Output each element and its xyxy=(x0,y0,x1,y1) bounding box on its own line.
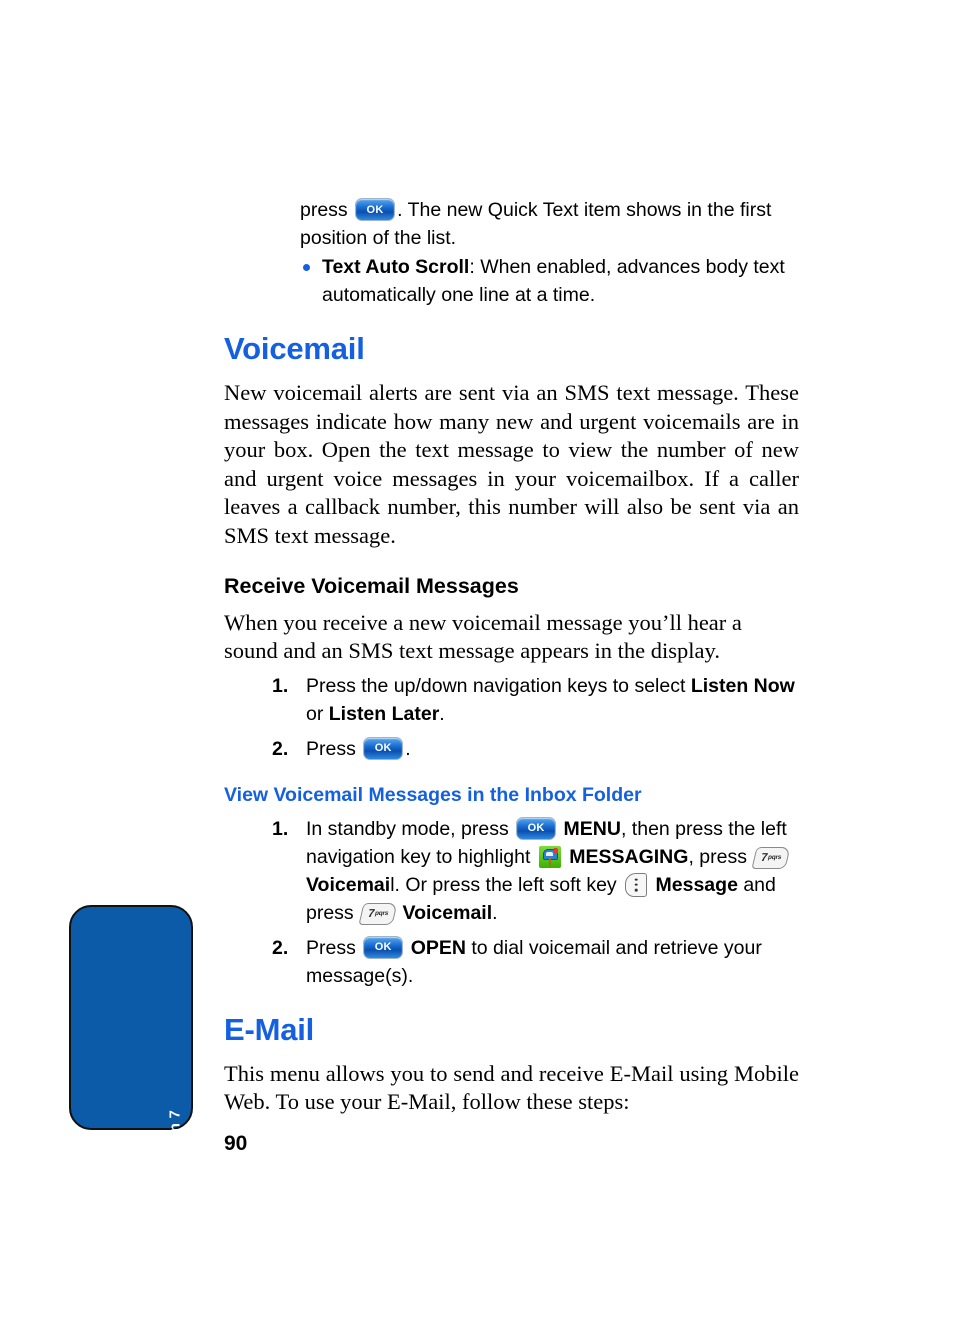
manual-page: Section 7 press OK. The new Quick Text i… xyxy=(0,0,954,1319)
continued-list-block: press OK. The new Quick Text item shows … xyxy=(300,196,800,309)
ok-key-label: OK xyxy=(374,742,392,755)
step-text-6: . xyxy=(492,901,498,924)
step-number: 2. xyxy=(272,737,289,760)
step-text-2: . xyxy=(405,737,411,760)
key-7-label-group: 7 pqrs xyxy=(752,847,791,869)
list-item: 2. Press OK. xyxy=(224,735,799,763)
step-text-3: . xyxy=(439,702,445,725)
step-text-2: or xyxy=(306,702,329,725)
step-bold-message: Message xyxy=(655,873,738,896)
step-text-3: , press xyxy=(688,845,753,868)
step-text-1: In standby mode, press xyxy=(306,817,515,840)
receive-intro-paragraph: When you receive a new voicemail message… xyxy=(224,609,742,664)
soft-key-dot xyxy=(634,878,638,881)
page-content: press OK. The new Quick Text item shows … xyxy=(224,196,799,1117)
mailbox-flag-shape xyxy=(553,847,558,853)
voicemail-intro-paragraph: New voicemail alerts are sent via an SMS… xyxy=(224,380,799,548)
soft-key-dot xyxy=(634,888,638,892)
heading-email: E-Mail xyxy=(224,1011,315,1047)
step-number: 1. xyxy=(272,817,289,840)
ok-key-label: OK xyxy=(374,941,392,954)
ok-key-icon: OK xyxy=(355,198,396,221)
step-number: 2. xyxy=(272,936,289,959)
list-item: 1. In standby mode, press OK MENU, then … xyxy=(224,815,799,927)
press-prefix-text: press xyxy=(300,199,348,221)
mailbox-post-shape xyxy=(548,856,552,866)
email-intro-paragraph: This menu allows you to send and receive… xyxy=(224,1060,799,1115)
ok-key-label: OK xyxy=(366,203,384,216)
key-7-label-group: 7 pqrs xyxy=(359,903,398,925)
ok-key-label: OK xyxy=(527,822,545,835)
step-text-1: Press xyxy=(306,936,362,959)
ok-key-icon: OK xyxy=(363,736,404,760)
step-bold-menu: MENU xyxy=(563,817,621,840)
list-item: 1. Press the up/down navigation keys to … xyxy=(224,672,799,728)
step-bold-voicemail: Voicemail xyxy=(402,901,493,924)
bullet-dot-icon xyxy=(303,264,310,271)
heading-voicemail: Voicemail xyxy=(224,331,365,366)
step-bold-1: Listen Now xyxy=(690,674,795,697)
step-text-1: Press xyxy=(306,737,362,760)
section-tab: Section 7 xyxy=(69,905,193,1179)
ok-key-icon: OK xyxy=(516,816,557,840)
step-bold-open: OPEN xyxy=(410,936,466,959)
list-item: Text Auto Scroll: When enabled, advances… xyxy=(300,253,800,309)
step-bold-messaging: MESSAGING xyxy=(569,845,689,868)
key-7-pqrs-icon: 7 pqrs xyxy=(358,902,398,925)
page-number: 90 xyxy=(224,1132,248,1155)
heading-receive-voicemail-messages: Receive Voicemail Messages xyxy=(224,573,519,598)
inbox-steps-list: 1. In standby mode, press OK MENU, then … xyxy=(224,815,799,990)
soft-key-dots xyxy=(634,878,638,892)
key-7-pqrs-icon: 7 pqrs xyxy=(751,846,791,869)
list-item: 2. Press OK OPEN to dial voicemail and r… xyxy=(224,934,799,990)
step-bold-2: Listen Later xyxy=(328,702,440,725)
soft-key-icon xyxy=(625,872,648,897)
step-text-1: Press the up/down navigation keys to sel… xyxy=(306,674,691,697)
step-text-4: l. Or press the left soft key xyxy=(390,873,623,896)
bullet-term: Text Auto Scroll xyxy=(322,256,470,278)
soft-key-dot xyxy=(634,883,638,887)
heading-view-voicemail-inbox: View Voicemail Messages in the Inbox Fol… xyxy=(224,783,642,806)
step-bold-voicemai: Voicemai xyxy=(306,873,391,896)
messaging-icon xyxy=(538,845,561,868)
continued-paragraph: press OK. The new Quick Text item shows … xyxy=(300,196,800,252)
receive-steps-list: 1. Press the up/down navigation keys to … xyxy=(224,672,799,763)
ok-key-icon: OK xyxy=(363,935,404,959)
bullet-list: Text Auto Scroll: When enabled, advances… xyxy=(300,253,800,309)
step-number: 1. xyxy=(272,674,289,697)
section-tab-label: Section 7 xyxy=(166,1110,183,1179)
